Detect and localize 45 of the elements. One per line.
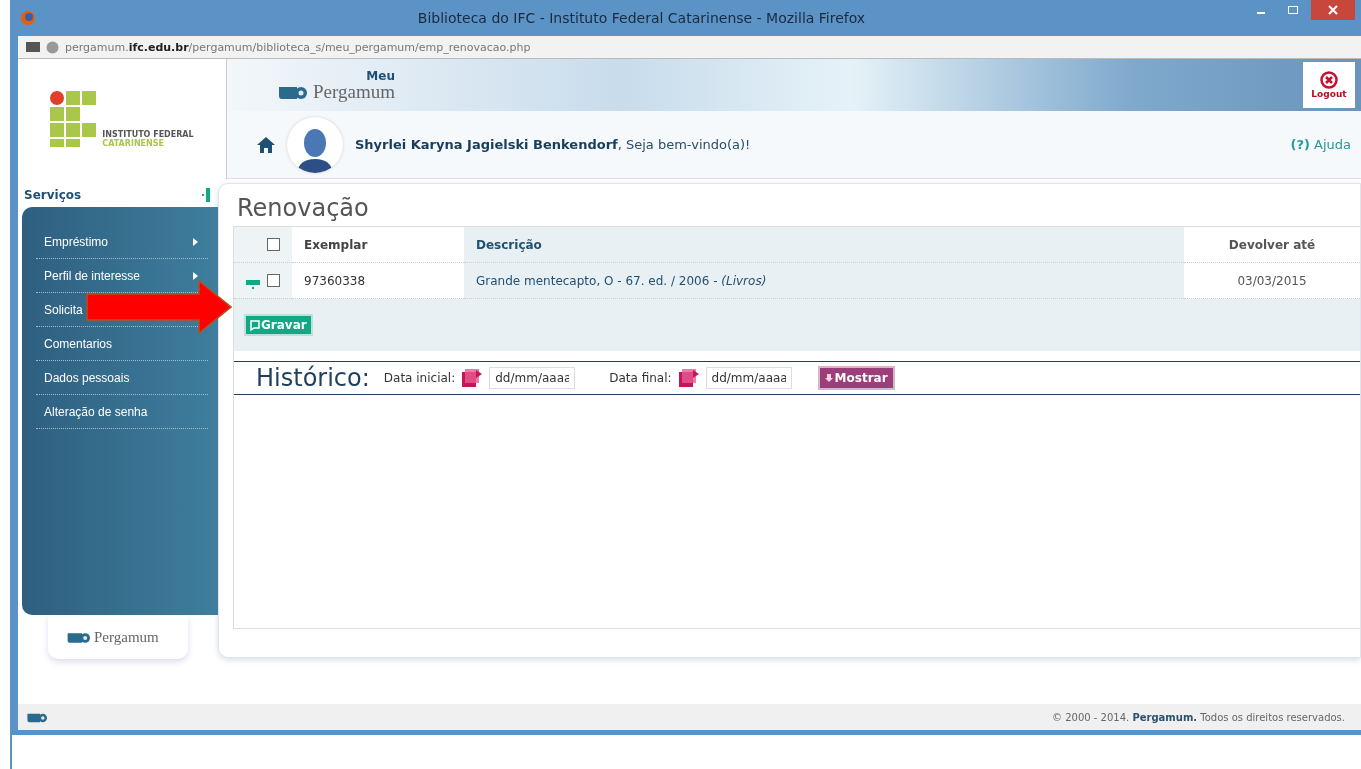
page-icon xyxy=(26,42,40,52)
down-arrow-icon xyxy=(824,374,833,382)
browser-logo-icon xyxy=(20,10,36,26)
show-button[interactable]: Mostrar xyxy=(817,366,895,390)
logout-link[interactable]: Logout xyxy=(1303,62,1355,108)
collapse-icon[interactable] xyxy=(202,188,210,202)
calendar-icon xyxy=(461,368,484,388)
menu-item[interactable]: Solicita xyxy=(44,302,83,317)
pointer-arrow-icon xyxy=(86,280,232,334)
page-title: Renovação xyxy=(237,194,370,222)
field-label: Data inicial: xyxy=(383,371,456,385)
brand-subtitle: Meu xyxy=(366,69,395,82)
table-header-cell: Devolver até xyxy=(1184,227,1360,263)
menu-item[interactable]: Comentarios xyxy=(44,336,113,351)
sidebar-title: Serviços xyxy=(24,188,82,202)
note-icon xyxy=(250,319,260,331)
table-header-cell: Descrição xyxy=(464,227,1184,263)
table-cell: Grande mentecapto, O - 67. ed. / 2006 - (Livros) xyxy=(464,263,1184,299)
close-icon xyxy=(1328,5,1338,15)
field-label: Data final: xyxy=(609,371,672,385)
avatar xyxy=(287,116,343,173)
globe-icon xyxy=(46,40,59,54)
brand-name: Pergamum xyxy=(313,81,395,101)
home-icon[interactable] xyxy=(257,135,275,154)
menu-item[interactable]: Alteração de senha xyxy=(44,404,148,419)
expand-icon[interactable] xyxy=(246,279,260,290)
footer-brand: Pergamum xyxy=(94,629,159,645)
menu-item[interactable]: Perfil de interesse xyxy=(44,268,141,283)
row-checkbox[interactable] xyxy=(267,274,280,287)
copyright-text: © 2000 - 2014. Pergamum. Todos os direitos reservados. xyxy=(1052,711,1345,723)
maximize-icon xyxy=(1288,6,1298,14)
menu-item[interactable]: Dados pessoais xyxy=(44,370,130,385)
window-title: Biblioteca do IFC - Instituto Federal Catarinense - Mozilla Firefox xyxy=(416,10,867,26)
welcome-text: Shyrlei Karyna Jagielski Benkendorf, Seja bem-vindo(a)! xyxy=(355,137,751,152)
close-icon xyxy=(1320,71,1338,89)
calendar-icon xyxy=(677,368,700,388)
select-all-checkbox[interactable] xyxy=(267,238,280,251)
menu-item[interactable]: Empréstimo xyxy=(44,234,108,249)
help-link[interactable]: (?) Ajuda xyxy=(1290,137,1351,152)
table-cell: 03/03/2015 xyxy=(1184,263,1360,299)
institute-name: CATARINENSE xyxy=(102,139,165,148)
institute-name: INSTITUTO FEDERAL xyxy=(102,130,194,139)
close-button[interactable] xyxy=(1311,0,1355,20)
section-title: Histórico: xyxy=(256,364,370,392)
institute-logo-icon xyxy=(50,91,99,147)
